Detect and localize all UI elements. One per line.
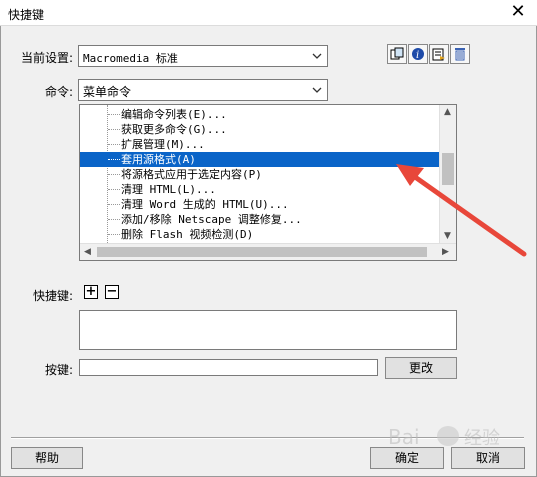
svg-text:i: i bbox=[416, 50, 419, 61]
list-item-label: 套用源格式(A) bbox=[121, 153, 196, 166]
tree-branch bbox=[108, 159, 120, 160]
command-value: 菜单命令 bbox=[83, 85, 132, 99]
window-title: 快捷键 bbox=[8, 8, 45, 22]
list-item[interactable]: 将源格式应用于选定内容(P) bbox=[80, 167, 440, 182]
list-item-label: 清理 Word 生成的 HTML(U)... bbox=[121, 198, 289, 211]
list-item[interactable]: 编辑命令列表(E)... bbox=[80, 107, 440, 122]
delete-set-button[interactable] bbox=[450, 44, 470, 64]
scroll-left-icon[interactable]: ◀ bbox=[84, 247, 91, 257]
list-item[interactable]: 清理 HTML(L)... bbox=[80, 182, 440, 197]
close-icon[interactable]: ✕ bbox=[507, 2, 529, 22]
list-item-label: 将源格式应用于选定内容(P) bbox=[121, 168, 262, 181]
list-item[interactable]: 扩展管理(M)... bbox=[80, 137, 440, 152]
svg-text:Bai: Bai bbox=[388, 425, 420, 449]
preset-select[interactable]: Macromedia 标准 bbox=[78, 45, 328, 67]
scrollbar-thumb[interactable] bbox=[97, 247, 427, 257]
watermark-logo-icon: Bai 经验 bbox=[388, 425, 500, 449]
rename-set-icon: i bbox=[412, 48, 424, 61]
svg-text:经验: 经验 bbox=[464, 428, 500, 449]
preset-label: 当前设置: bbox=[21, 51, 74, 65]
tree-branch bbox=[108, 174, 120, 175]
title-bar: 快捷键 ✕ bbox=[0, 0, 537, 26]
list-item-label: 添加/移除 Netscape 调整修复... bbox=[121, 213, 302, 226]
rename-set-button[interactable]: i bbox=[408, 44, 428, 64]
list-item-label: 获取更多命令(G)... bbox=[121, 123, 227, 136]
export-set-icon bbox=[432, 48, 445, 61]
command-select[interactable]: 菜单命令 bbox=[78, 79, 328, 101]
command-label: 命令: bbox=[45, 85, 74, 99]
tree-branch bbox=[108, 114, 120, 115]
tree-branch bbox=[108, 144, 120, 145]
preset-value: Macromedia 标准 bbox=[83, 52, 178, 65]
list-item[interactable]: 清理 Word 生成的 HTML(U)... bbox=[80, 197, 440, 212]
key-input[interactable] bbox=[79, 359, 378, 376]
key-label: 按键: bbox=[45, 363, 74, 377]
scroll-up-icon[interactable]: ▲ bbox=[444, 107, 451, 117]
export-set-button[interactable] bbox=[429, 44, 449, 64]
chevron-down-icon bbox=[312, 53, 322, 59]
shortcut-list[interactable] bbox=[79, 310, 457, 350]
list-item[interactable]: 获取更多命令(G)... bbox=[80, 122, 440, 137]
change-button[interactable]: 更改 bbox=[385, 357, 457, 379]
add-shortcut-button[interactable]: + bbox=[84, 285, 98, 299]
tree-branch bbox=[108, 234, 120, 235]
command-tree-viewport: 编辑命令列表(E)... 获取更多命令(G)... 扩展管理(M)... 套用源… bbox=[80, 105, 440, 245]
tree-branch bbox=[108, 129, 120, 130]
list-item[interactable]: 添加/移除 Netscape 调整修复... bbox=[80, 212, 440, 227]
remove-shortcut-button[interactable]: − bbox=[105, 285, 119, 299]
list-item-label: 编辑命令列表(E)... bbox=[121, 108, 227, 121]
help-button[interactable]: 帮助 bbox=[11, 447, 83, 469]
duplicate-set-icon bbox=[390, 47, 404, 60]
list-item-label: 清理 HTML(L)... bbox=[121, 183, 216, 196]
annotation-arrow-icon bbox=[396, 164, 527, 257]
list-item-selected[interactable]: 套用源格式(A) bbox=[80, 152, 440, 167]
duplicate-set-button[interactable] bbox=[387, 44, 407, 64]
tree-branch bbox=[108, 189, 120, 190]
chevron-down-icon bbox=[312, 87, 322, 93]
list-item[interactable]: 删除 Flash 视频检测(D) bbox=[80, 227, 440, 242]
delete-set-icon bbox=[455, 48, 465, 61]
tree-branch bbox=[108, 204, 120, 205]
list-item-label: 删除 Flash 视频检测(D) bbox=[121, 228, 254, 241]
tree-branch bbox=[108, 219, 120, 220]
list-item-label: 扩展管理(M)... bbox=[121, 138, 205, 151]
shortcuts-label: 快捷键: bbox=[33, 289, 74, 303]
